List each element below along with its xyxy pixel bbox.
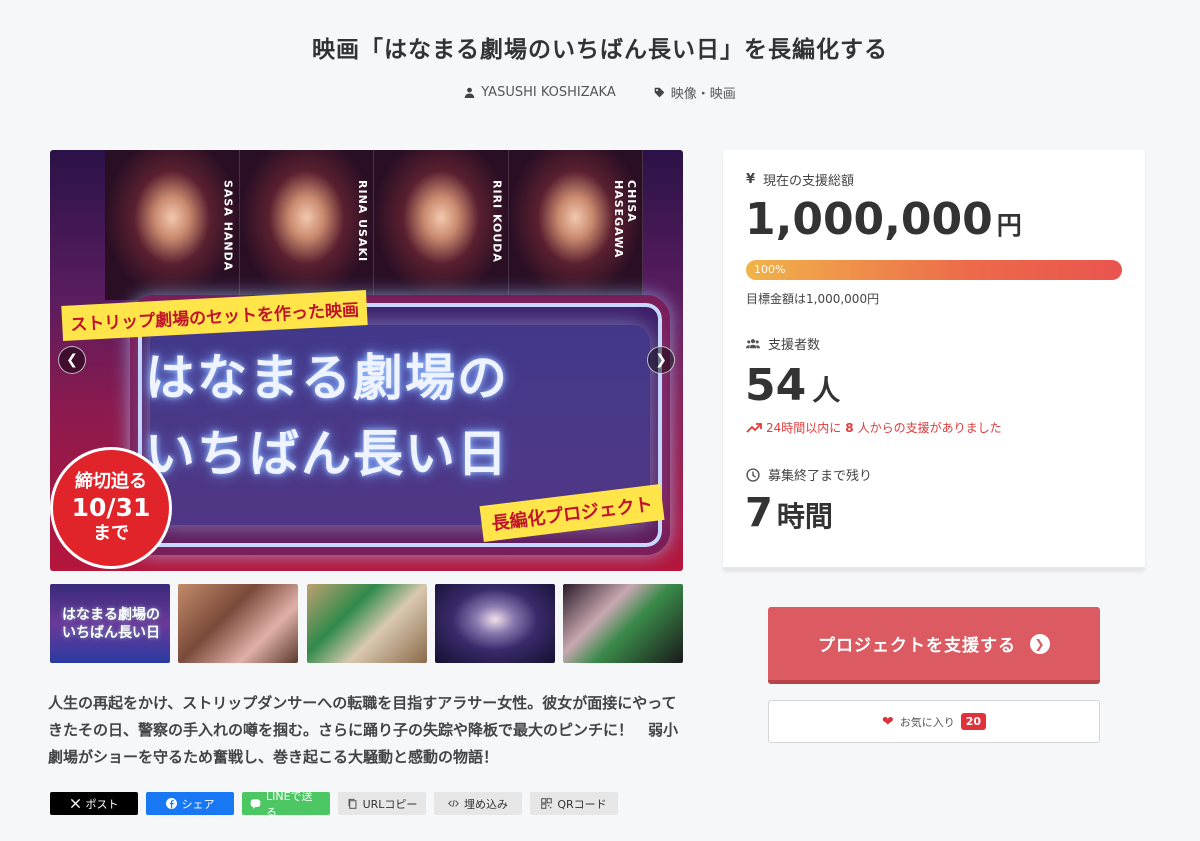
cast-name: RIRI KOUDA — [490, 180, 504, 263]
remaining-label-text: 募集終了まで残り — [768, 469, 873, 484]
page-title: 映画「はなまる劇場のいちばん長い日」を長編化する — [312, 37, 888, 63]
tag-icon — [654, 87, 665, 98]
backers-count-value: 54 — [745, 360, 807, 411]
trending-up-icon — [746, 422, 762, 433]
backers-label-text: 支援者数 — [768, 338, 821, 353]
chevron-right-circle-icon: ❯ — [1030, 633, 1050, 654]
clock-icon — [746, 467, 760, 482]
url-copy-button[interactable]: URLコピー — [338, 792, 426, 815]
x-post-label: ポスト — [85, 797, 119, 811]
favorite-count-badge: 20 — [960, 713, 987, 730]
user-icon — [464, 87, 475, 98]
total-amount-label: ¥ 現在の支援総額 — [746, 170, 854, 189]
code-icon — [448, 798, 459, 809]
thumbnail-title: はなまる劇場の いちばん長い日 — [62, 606, 160, 642]
recent-backers-text: 24時間以内に — [766, 421, 842, 435]
cast-name: RINA USAKI — [356, 180, 369, 263]
backers-count: 54 人 — [745, 360, 840, 411]
support-project-button[interactable]: プロジェクトを支援する ❯ — [768, 607, 1100, 684]
thumbnail-title-line: はなまる劇場の — [62, 607, 160, 623]
cast-strip: SASA HANDA RINA USAKI RIRI KOUDA CHISA H… — [105, 150, 643, 300]
support-project-label: プロジェクトを支援する — [818, 636, 1016, 656]
thumbnail-title-line: いちばん長い日 — [62, 625, 160, 641]
deadline-badge: 締切迫る 10/31 まで — [50, 447, 172, 569]
next-slide-button[interactable]: ❯ — [647, 346, 675, 374]
cast-name: CHISA HASEGAWA — [612, 180, 638, 259]
embed-label: 埋め込み — [464, 797, 508, 811]
author-link[interactable]: YASUSHI KOSHIZAKA — [464, 83, 616, 102]
cast-photo: RIRI KOUDA — [374, 150, 509, 300]
total-amount-label-text: 現在の支援総額 — [763, 174, 855, 189]
line-share-label: LINEで送る — [266, 789, 313, 819]
thumbnail-strip: はなまる劇場の いちばん長い日 — [50, 584, 683, 663]
remaining-label: 募集終了まで残り — [746, 465, 872, 484]
total-amount-unit: 円 — [996, 211, 1022, 240]
remaining-time: 7 時間 — [745, 490, 833, 536]
prev-slide-button[interactable]: ❮ — [58, 346, 86, 374]
chevron-right-icon: ❯ — [655, 352, 667, 368]
facebook-share-button[interactable]: シェア — [146, 792, 234, 815]
facebook-icon — [165, 798, 177, 809]
thumbnail[interactable] — [178, 584, 299, 663]
cast-name: SASA HANDA — [221, 180, 235, 272]
goal-amount: 目標金額は1,000,000円 — [746, 292, 880, 306]
funding-stats-panel: ¥ 現在の支援総額 1,000,000 円 100% 目標金額は1,000,000… — [723, 150, 1145, 570]
qr-code-icon — [541, 798, 553, 809]
total-amount-value: 1,000,000 — [745, 194, 993, 245]
copy-icon — [347, 798, 358, 809]
thumbnail[interactable]: はなまる劇場の いちばん長い日 — [50, 584, 170, 663]
main-image[interactable]: SASA HANDA RINA USAKI RIRI KOUDA CHISA H… — [50, 150, 683, 571]
backers-label: 支援者数 — [746, 334, 820, 353]
project-meta: YASUSHI KOSHIZAKA 映像・映画 — [0, 83, 1200, 102]
recent-backers-notice: 24時間以内に 8 人からの支援がありました — [746, 419, 1002, 436]
category-link[interactable]: 映像・映画 — [654, 83, 736, 102]
deadline-text: 締切迫る — [75, 471, 147, 492]
embed-button[interactable]: 埋め込み — [434, 792, 522, 815]
x-post-button[interactable]: ポスト — [50, 792, 138, 815]
thumbnail[interactable] — [434, 584, 555, 663]
line-share-button[interactable]: LINEで送る — [242, 790, 330, 819]
facebook-share-label: シェア — [181, 797, 215, 811]
recent-backers-count: 8 — [845, 420, 854, 435]
favorite-label: お気に入り — [899, 715, 955, 729]
cast-photo: CHISA HASEGAWA — [508, 150, 643, 300]
heart-icon: ❤ — [881, 713, 894, 730]
favorite-button[interactable]: ❤ お気に入り 20 — [768, 700, 1100, 743]
film-title-art: はなまる劇場の いちばん長い日 — [145, 340, 665, 492]
qr-code-label: QRコード — [557, 797, 607, 811]
chevron-left-icon: ❮ — [66, 352, 78, 368]
share-bar: ポスト シェア LINEで送る URLコピー 埋め込み QRコード — [50, 790, 618, 819]
total-amount: 1,000,000 円 — [745, 194, 1022, 245]
line-icon — [250, 798, 261, 809]
x-icon — [70, 798, 81, 809]
thumbnail[interactable] — [563, 584, 683, 663]
qr-code-button[interactable]: QRコード — [530, 792, 618, 815]
yen-icon: ¥ — [746, 172, 756, 187]
recent-backers-text: 人からの支援がありました — [857, 421, 1002, 435]
progress-percent: 100% — [754, 263, 786, 276]
cast-photo: SASA HANDA — [105, 150, 240, 300]
users-icon — [746, 338, 760, 348]
category-name: 映像・映画 — [670, 87, 736, 102]
project-description: 人生の再起をかけ、ストリップダンサーへの転職を目指すアラサー女性。彼女が面接にや… — [48, 694, 679, 766]
thumbnail[interactable] — [306, 584, 427, 663]
deadline-text: まで — [93, 523, 129, 544]
backers-count-unit: 人 — [812, 374, 841, 407]
deadline-date: 10/31 — [71, 493, 151, 522]
cast-photo: RINA USAKI — [239, 150, 374, 300]
film-title-line: いちばん長い日 — [145, 425, 509, 483]
author-name: YASUSHI KOSHIZAKA — [481, 85, 616, 100]
url-copy-label: URLコピー — [362, 797, 418, 811]
remaining-time-value: 7 — [745, 490, 773, 536]
film-title-line: はなまる劇場の — [145, 349, 509, 407]
remaining-time-unit: 時間 — [776, 500, 833, 533]
progress-bar: 100% — [746, 260, 1122, 280]
